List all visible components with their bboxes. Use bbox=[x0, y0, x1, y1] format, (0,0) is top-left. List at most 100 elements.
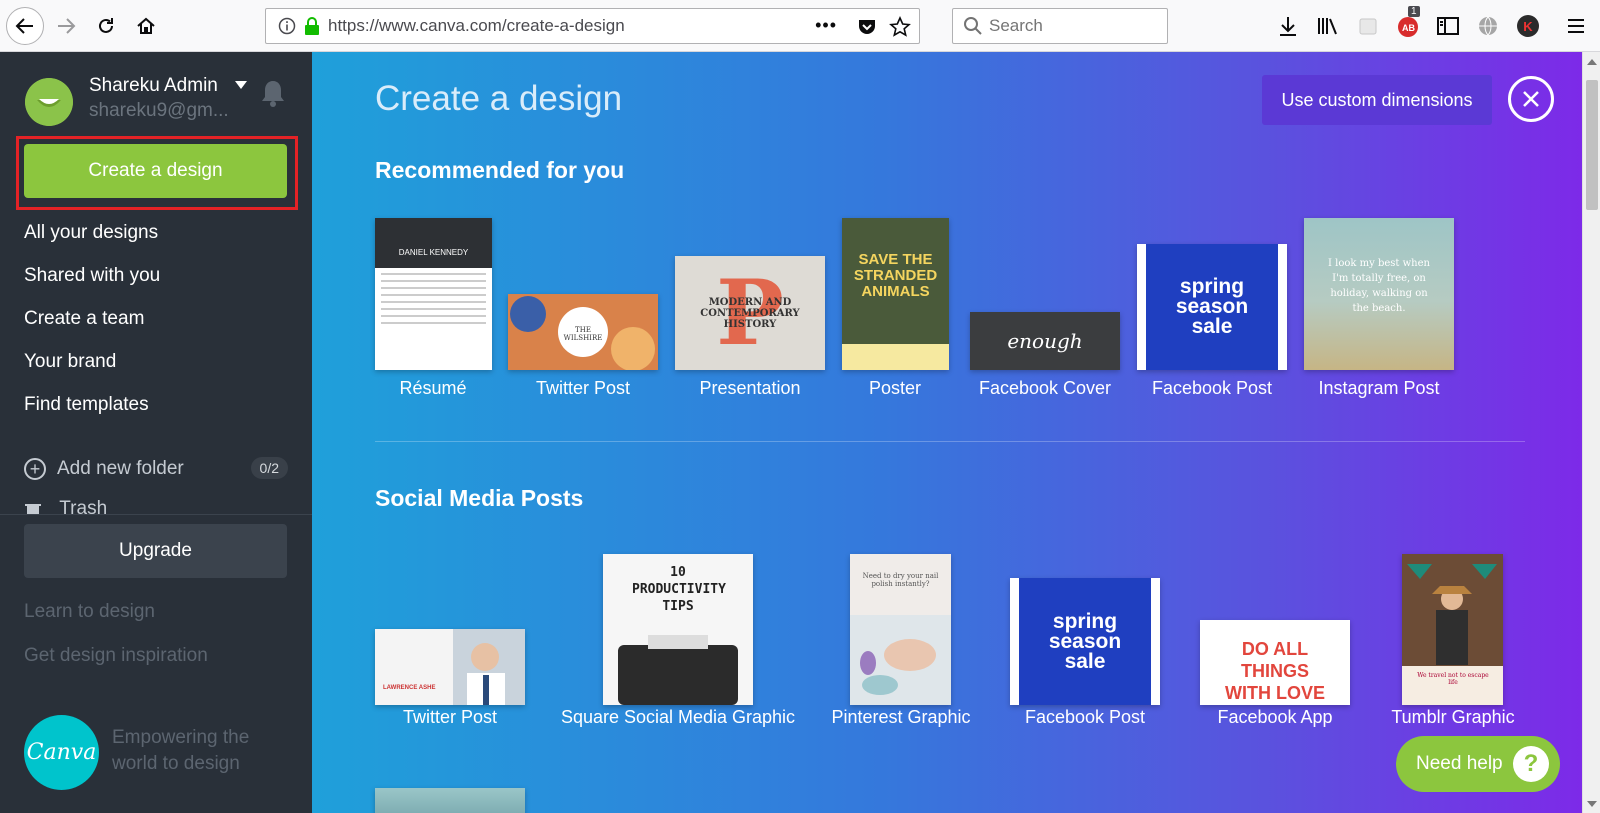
notifications-button[interactable] bbox=[259, 78, 289, 110]
arrow-left-icon bbox=[15, 18, 33, 34]
question-icon: ? bbox=[1513, 746, 1549, 782]
forward-button[interactable] bbox=[48, 8, 84, 44]
sidebar-item-your-brand[interactable]: Your brand bbox=[24, 347, 160, 390]
card-label-square-social[interactable]: Square Social Media Graphic bbox=[561, 707, 795, 728]
trash-icon bbox=[25, 504, 41, 514]
facebook-app-thumb-text: DO ALL THINGS WITH LOVE bbox=[1225, 639, 1325, 703]
create-design-button[interactable]: Create a design bbox=[24, 144, 287, 198]
facebook-cover-thumbnail[interactable]: enough bbox=[970, 312, 1120, 370]
social-twitter-thumb-text: LAWRENCE ASHE bbox=[383, 685, 436, 691]
social-spring-thumb-text: spring season sale bbox=[1048, 609, 1122, 673]
resume-thumbnail[interactable]: DANIEL KENNEDY bbox=[375, 218, 492, 370]
card-label-tumblr[interactable]: Tumblr Graphic bbox=[1391, 707, 1514, 728]
facebook-app-thumbnail[interactable]: DO ALL THINGS WITH LOVE bbox=[1200, 620, 1350, 705]
resume-line bbox=[381, 287, 486, 289]
card-label-facebook-app[interactable]: Facebook App bbox=[1217, 707, 1332, 728]
recommended-heading: Recommended for you bbox=[375, 157, 625, 183]
globe-addon-button[interactable] bbox=[1474, 12, 1502, 40]
reader-addon-button[interactable] bbox=[1354, 12, 1382, 40]
poster-thumbnail[interactable]: SAVE THE STRANDED ANIMALS bbox=[842, 218, 949, 370]
plus-icon: + bbox=[24, 458, 46, 480]
sidebar: Shareku Admin shareku9@gm... Create a de… bbox=[0, 52, 312, 813]
scroll-down-icon[interactable] bbox=[1587, 801, 1597, 807]
url-text: https://www.canva.com/create-a-design bbox=[328, 16, 625, 35]
address-bar[interactable]: https://www.canva.com/create-a-design ••… bbox=[265, 8, 920, 44]
account-dropdown-icon[interactable] bbox=[235, 81, 247, 89]
profile-button[interactable]: K bbox=[1514, 12, 1542, 40]
search-input[interactable] bbox=[989, 16, 1149, 36]
upgrade-button[interactable]: Upgrade bbox=[24, 524, 287, 578]
user-name[interactable]: Shareku Admin bbox=[89, 75, 218, 97]
page-scrollbar[interactable] bbox=[1582, 52, 1600, 813]
tumblr-thumbnail[interactable]: We travel not to escape life bbox=[1402, 554, 1503, 705]
card-label-facebook-cover[interactable]: Facebook Cover bbox=[979, 378, 1111, 399]
resume-line bbox=[381, 315, 486, 317]
presentation-thumbnail[interactable]: P MODERN AND CONTEMPORARY HISTORY bbox=[675, 256, 825, 370]
tumblr-thumb-text: We travel not to escape life bbox=[1417, 672, 1489, 686]
sidebar-item-find-templates[interactable]: Find templates bbox=[24, 390, 160, 433]
pocket-icon[interactable] bbox=[857, 17, 877, 37]
card-label-pinterest[interactable]: Pinterest Graphic bbox=[831, 707, 970, 728]
sidebar-item-shared[interactable]: Shared with you bbox=[24, 261, 160, 304]
bookmark-star-icon[interactable] bbox=[889, 16, 911, 38]
bell-icon bbox=[262, 81, 284, 107]
card-label-resume[interactable]: Résumé bbox=[399, 378, 466, 399]
portrait-image bbox=[375, 629, 525, 705]
resume-line bbox=[381, 322, 486, 324]
insta-thumb-text: I look my best when I'm totally free, on… bbox=[1328, 258, 1430, 314]
sidebar-item-trash[interactable]: Trash bbox=[24, 498, 144, 514]
card-label-instagram-post[interactable]: Instagram Post bbox=[1318, 378, 1439, 399]
pinterest-thumb-text: Need to dry your nail polish instantly? bbox=[862, 572, 939, 588]
close-button[interactable] bbox=[1508, 76, 1554, 122]
resume-line bbox=[381, 308, 486, 310]
typewriter-image bbox=[618, 635, 738, 705]
avatar[interactable] bbox=[25, 78, 73, 126]
learn-link[interactable]: Learn to design bbox=[24, 601, 155, 623]
twitter-post-thumbnail[interactable]: THE WILSHIRE bbox=[508, 294, 658, 370]
hamburger-icon bbox=[1568, 19, 1584, 33]
adblock-button[interactable]: AB 1 bbox=[1394, 6, 1422, 40]
sidebar-item-all-designs[interactable]: All your designs bbox=[24, 218, 160, 261]
reload-button[interactable] bbox=[88, 8, 124, 44]
social-twitter-thumbnail[interactable]: LAWRENCE ASHE bbox=[375, 629, 525, 705]
need-help-label: Need help bbox=[1416, 753, 1503, 774]
search-bar[interactable] bbox=[952, 8, 1168, 44]
page-actions-icon[interactable]: ••• bbox=[815, 15, 837, 36]
card-label-social-facebook[interactable]: Facebook Post bbox=[1025, 707, 1145, 728]
social-facebook-thumbnail[interactable]: spring season sale bbox=[1010, 578, 1160, 705]
inspiration-link[interactable]: Get design inspiration bbox=[24, 645, 208, 667]
facebook-post-thumbnail[interactable]: spring season sale bbox=[1137, 244, 1287, 370]
card-label-poster[interactable]: Poster bbox=[869, 378, 921, 399]
home-button[interactable] bbox=[128, 8, 164, 44]
close-icon bbox=[1523, 91, 1539, 107]
sidebar-nav: All your designs Shared with you Create … bbox=[24, 218, 160, 433]
scroll-thumb[interactable] bbox=[1586, 80, 1598, 210]
card-label-facebook-post[interactable]: Facebook Post bbox=[1152, 378, 1272, 399]
next-row-thumbnail[interactable] bbox=[375, 788, 525, 813]
library-button[interactable] bbox=[1314, 12, 1342, 40]
smiley-icon bbox=[25, 78, 73, 126]
card-label-twitter-post[interactable]: Twitter Post bbox=[536, 378, 630, 399]
card-label-social-twitter[interactable]: Twitter Post bbox=[403, 707, 497, 728]
instagram-post-thumbnail[interactable]: I look my best when I'm totally free, on… bbox=[1304, 218, 1454, 370]
canva-logo[interactable]: Canva bbox=[24, 715, 99, 790]
fbcover-thumb-text: enough bbox=[1007, 329, 1083, 353]
card-label-presentation[interactable]: Presentation bbox=[699, 378, 800, 399]
sidebar-toggle-button[interactable] bbox=[1434, 12, 1462, 40]
library-icon bbox=[1318, 18, 1337, 35]
folder-count-badge: 0/2 bbox=[250, 457, 288, 479]
add-folder-button[interactable]: + Add new folder 0/2 bbox=[24, 454, 288, 484]
need-help-button[interactable]: Need help ? bbox=[1396, 736, 1560, 792]
square-social-thumbnail[interactable]: 10 PRODUCTIVITY TIPS bbox=[603, 554, 753, 705]
back-button[interactable] bbox=[6, 7, 44, 45]
custom-dimensions-button[interactable]: Use custom dimensions bbox=[1262, 75, 1492, 125]
downloads-button[interactable] bbox=[1274, 12, 1302, 40]
download-icon bbox=[1280, 17, 1296, 36]
user-email: shareku9@gm... bbox=[89, 100, 229, 121]
page-title: Create a design bbox=[375, 79, 623, 118]
scroll-up-icon[interactable] bbox=[1587, 59, 1597, 65]
menu-button[interactable] bbox=[1562, 12, 1590, 40]
pinterest-thumbnail[interactable]: Need to dry your nail polish instantly? bbox=[850, 554, 951, 705]
sidebar-item-create-team[interactable]: Create a team bbox=[24, 304, 160, 347]
resume-line bbox=[381, 301, 486, 303]
